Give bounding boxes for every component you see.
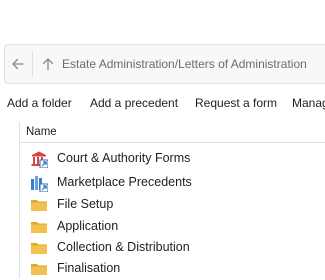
request-form-button[interactable]: Request a form bbox=[195, 96, 277, 110]
address-bar: Estate Administration/Letters of Adminis… bbox=[4, 44, 325, 84]
list-item-label: Application bbox=[57, 219, 119, 233]
folder-icon bbox=[31, 222, 47, 233]
up-button[interactable] bbox=[37, 45, 59, 83]
window-top-area bbox=[0, 0, 325, 44]
marketplace-icon bbox=[31, 176, 48, 192]
list-item[interactable]: Court & Authority Forms bbox=[20, 148, 325, 170]
nav-separator bbox=[32, 51, 33, 77]
list-item-label: Marketplace Precedents bbox=[57, 175, 192, 189]
breadcrumb-path[interactable]: Estate Administration/Letters of Adminis… bbox=[62, 45, 307, 83]
add-precedent-button[interactable]: Add a precedent bbox=[90, 96, 178, 110]
folder-icon bbox=[31, 200, 47, 211]
add-folder-button[interactable]: Add a folder bbox=[7, 96, 72, 110]
list-item-label: File Setup bbox=[57, 197, 114, 211]
court-forms-icon bbox=[31, 151, 48, 168]
list-item[interactable]: Marketplace Precedents bbox=[20, 172, 325, 194]
arrow-left-icon bbox=[12, 58, 24, 70]
back-button[interactable] bbox=[7, 45, 29, 83]
folder-icon bbox=[31, 243, 47, 254]
list-item-label: Finalisation bbox=[57, 261, 121, 275]
list-header: Name bbox=[20, 122, 325, 143]
command-toolbar: Add a folder Add a precedent Request a f… bbox=[0, 92, 325, 116]
list-item[interactable]: Collection & Distribution bbox=[20, 237, 325, 259]
list-item[interactable]: Finalisation bbox=[20, 258, 325, 280]
folder-icon bbox=[31, 264, 47, 275]
file-list: Name Court & Authority Forms Marketplace… bbox=[0, 122, 325, 278]
column-header-name[interactable]: Name bbox=[26, 126, 57, 138]
manage-button[interactable]: Manag bbox=[292, 96, 325, 110]
list-item[interactable]: File Setup bbox=[20, 194, 325, 216]
list-item-label: Collection & Distribution bbox=[57, 240, 190, 254]
list-gutter bbox=[0, 122, 20, 278]
list-item-label: Court & Authority Forms bbox=[57, 151, 191, 165]
arrow-up-icon bbox=[42, 58, 54, 71]
list-item[interactable]: Application bbox=[20, 216, 325, 238]
